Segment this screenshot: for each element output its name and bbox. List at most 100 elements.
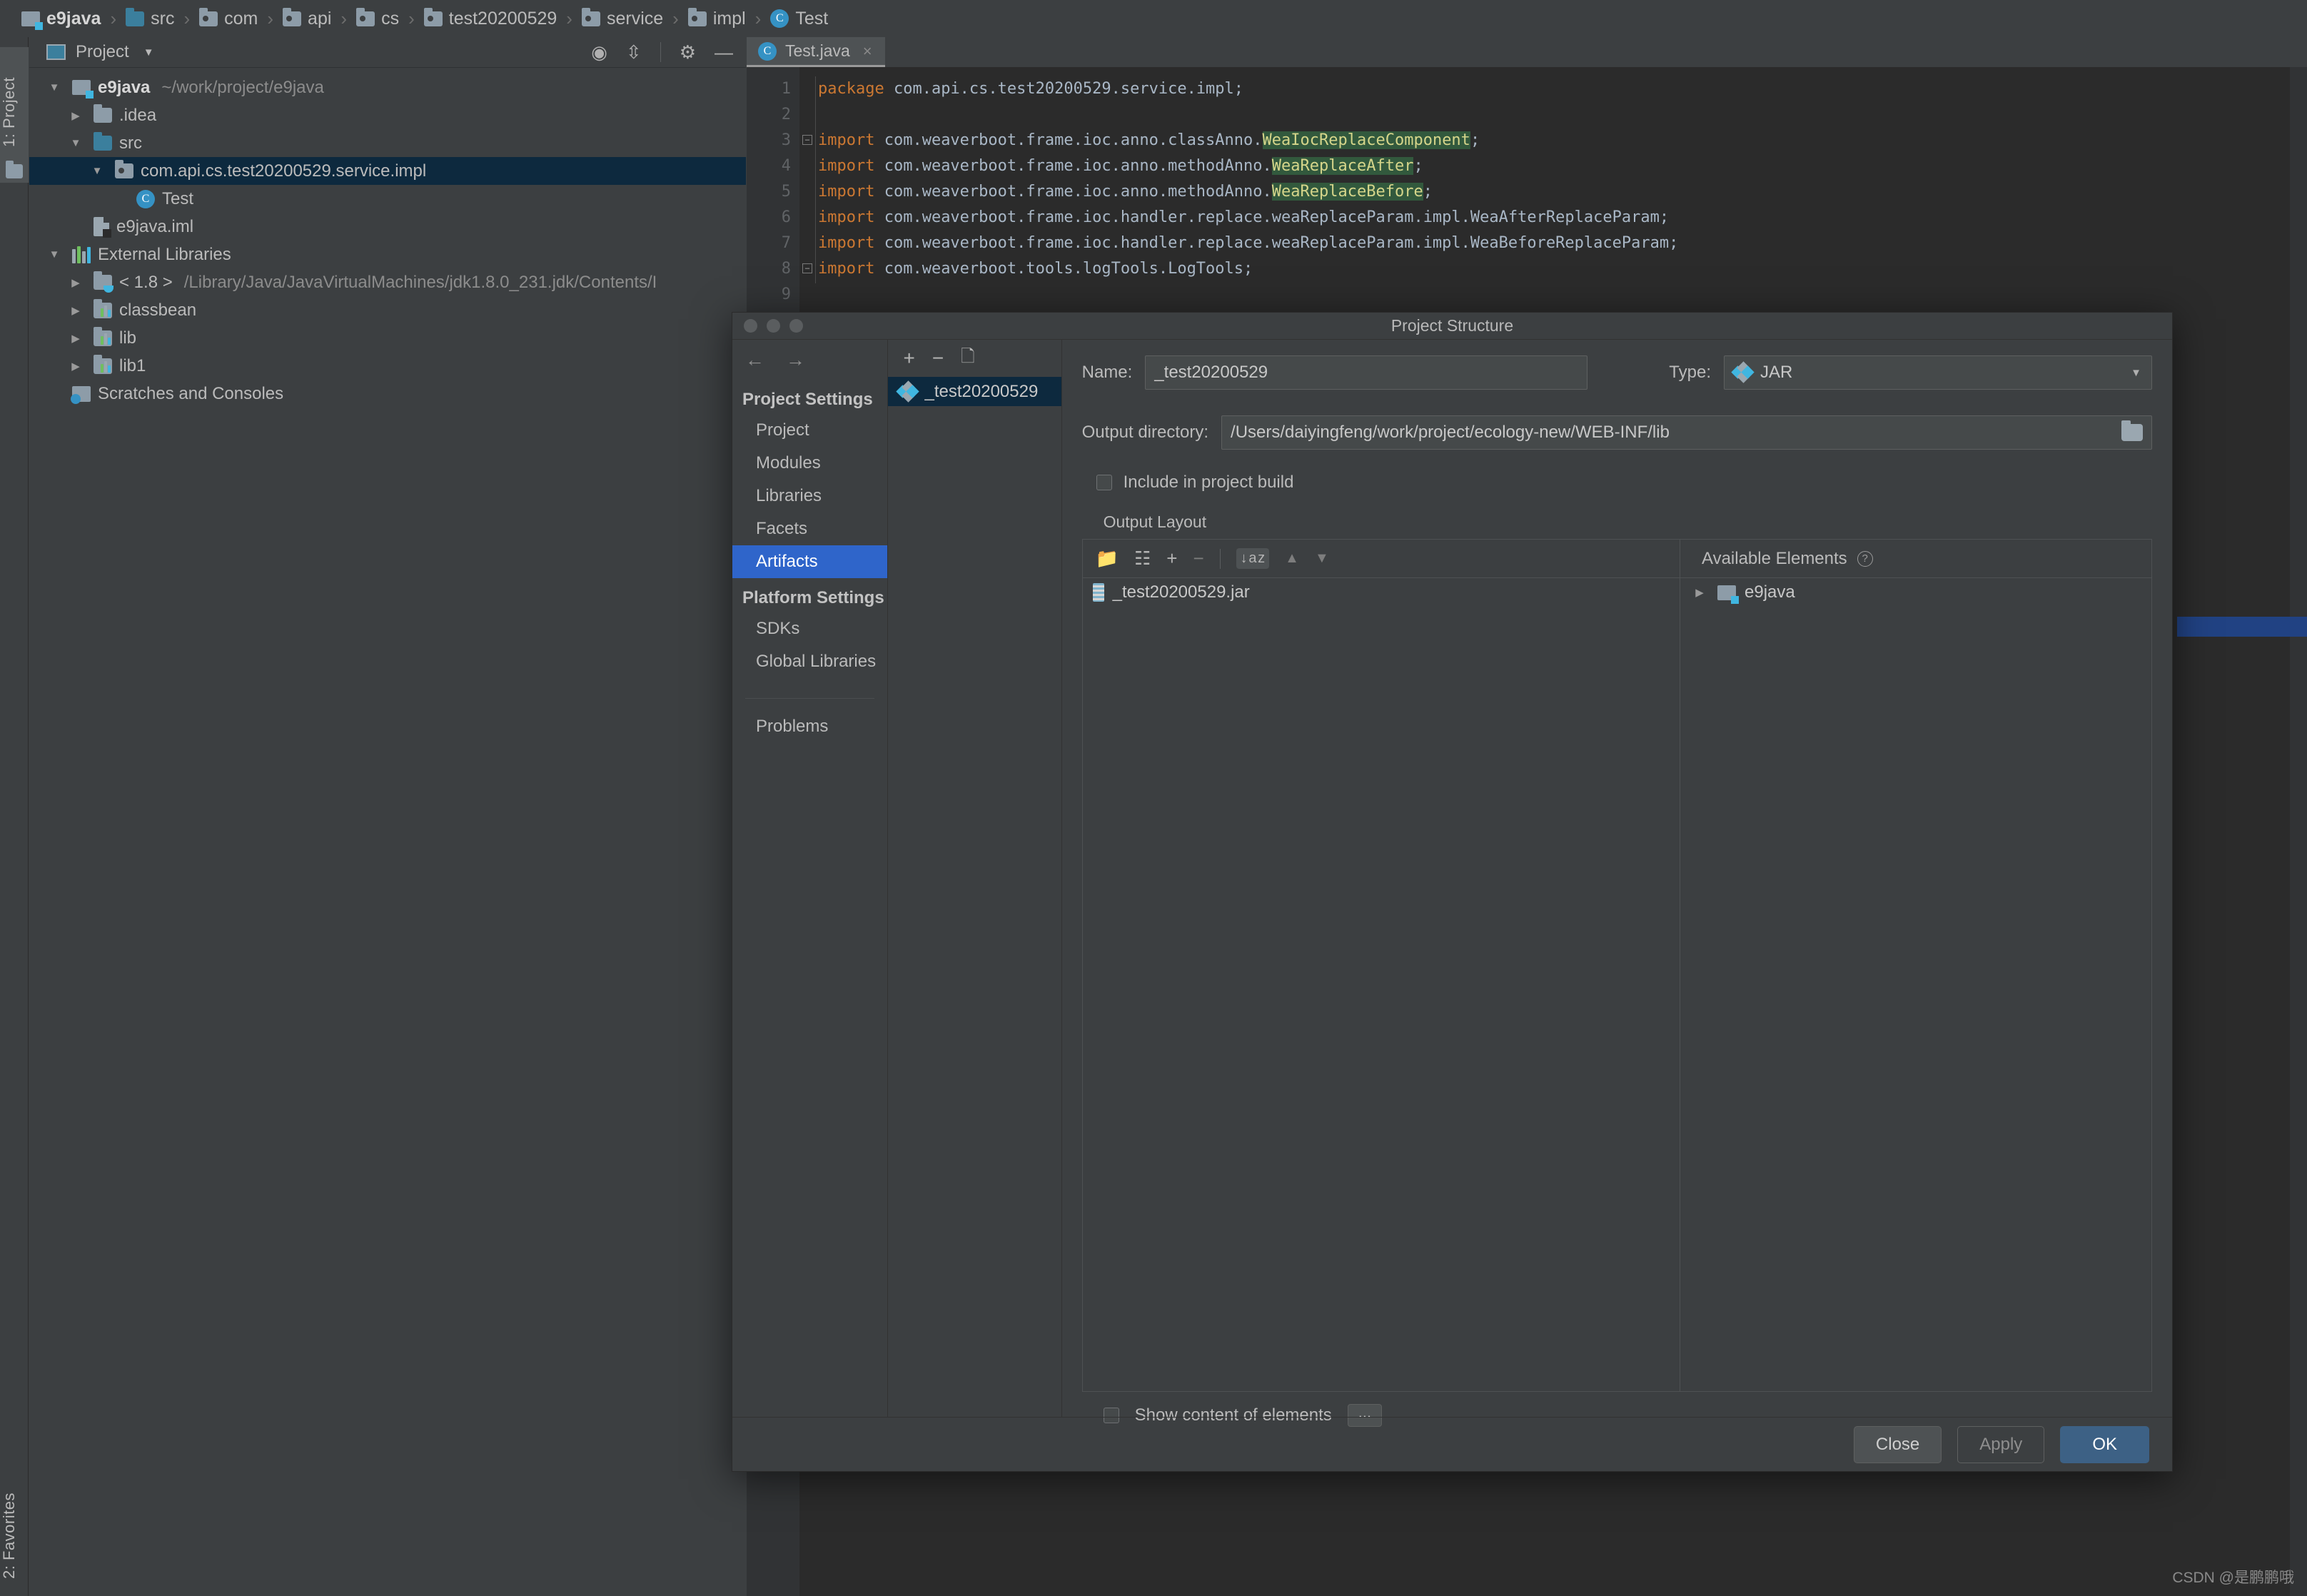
scroll-marker-rail[interactable] <box>2290 67 2307 1596</box>
tree-row[interactable]: lib1 <box>29 352 746 380</box>
chevron-right-icon[interactable] <box>66 276 85 289</box>
tree-row[interactable]: src <box>29 129 746 157</box>
nav-item-problems[interactable]: Problems <box>732 710 887 743</box>
tree-row[interactable]: External Libraries <box>29 241 746 268</box>
tree-row[interactable]: e9java ~/work/project/e9java <box>29 74 746 101</box>
tree-row[interactable]: e9java.iml <box>29 213 746 241</box>
nav-item-facets[interactable]: Facets <box>732 512 887 545</box>
artifacts-toolbar: + − 🗋 <box>888 340 1061 377</box>
breadcrumb-item-impl[interactable]: impl <box>687 7 746 29</box>
forward-arrow-icon[interactable]: → <box>786 349 805 371</box>
chevron-right-icon[interactable] <box>66 360 85 373</box>
hide-icon[interactable]: — <box>715 43 733 61</box>
chevron-right-icon[interactable] <box>1690 586 1709 599</box>
tree-row-label: External Libraries <box>98 244 231 264</box>
remove-element-icon[interactable]: − <box>1193 547 1203 570</box>
include-in-build-row[interactable]: Include in project build <box>1096 473 2152 493</box>
collapse-all-icon[interactable]: ⇳ <box>626 43 642 61</box>
chevron-down-icon[interactable] <box>66 137 85 149</box>
package-icon <box>423 7 443 26</box>
breadcrumb-item-service[interactable]: service <box>581 7 663 29</box>
chevron-down-icon[interactable] <box>88 165 106 177</box>
minimize-window-icon[interactable] <box>767 319 780 333</box>
create-archive-icon[interactable]: ☷ <box>1134 547 1151 570</box>
move-down-icon[interactable]: ▼ <box>1315 550 1329 567</box>
close-window-icon[interactable] <box>744 319 757 333</box>
tool-button-favorites[interactable]: 2: Favorites <box>0 1465 29 1596</box>
include-in-build-label: Include in project build <box>1123 473 1294 492</box>
project-settings-group-title: Project Settings <box>742 390 873 409</box>
tool-button-project[interactable]: 1: Project <box>0 47 29 183</box>
nav-item-global-libraries[interactable]: Global Libraries <box>732 645 887 678</box>
nav-item-artifacts[interactable]: Artifacts <box>732 545 887 578</box>
breadcrumb-label: impl <box>712 8 746 29</box>
locate-icon[interactable]: ◉ <box>591 43 607 61</box>
breadcrumb-item-cs[interactable]: cs <box>356 7 399 29</box>
tree-row[interactable]: .idea <box>29 101 746 129</box>
help-icon[interactable]: ? <box>1857 550 1873 567</box>
nav-item-libraries[interactable]: Libraries <box>732 480 887 512</box>
fold-toggle-icon[interactable]: − <box>802 263 812 273</box>
output-directory-row: Output directory: /Users/daiyingfeng/wor… <box>1082 415 2152 450</box>
create-directory-icon[interactable]: 📁 <box>1096 547 1119 570</box>
nav-item-sdks[interactable]: SDKs <box>732 612 887 645</box>
tree-row[interactable]: Scratches and Consoles <box>29 380 746 408</box>
tree-row[interactable]: C Test <box>29 185 746 213</box>
add-artifact-button[interactable]: + <box>904 347 915 370</box>
chevron-down-icon[interactable] <box>45 81 64 94</box>
code-line: import com.weaverboot.frame.ioc.handler.… <box>818 234 1679 252</box>
chevron-down-icon[interactable]: ▼ <box>143 46 154 59</box>
chevron-right-icon[interactable] <box>66 332 85 345</box>
include-in-build-checkbox[interactable] <box>1096 475 1112 490</box>
chevron-down-icon[interactable] <box>45 248 64 261</box>
breadcrumb-label: e9java <box>46 8 101 29</box>
line-number: 7 <box>781 234 791 252</box>
close-button[interactable]: Close <box>1853 1425 1942 1463</box>
package-icon <box>687 7 707 26</box>
move-up-icon[interactable]: ▲ <box>1285 550 1299 567</box>
tree-row[interactable]: com.api.cs.test20200529.service.impl <box>29 157 746 185</box>
breadcrumb-item-test[interactable]: C Test <box>770 9 828 29</box>
artifact-name-input[interactable]: _test20200529 <box>1145 355 1588 390</box>
chevron-right-icon[interactable] <box>66 304 85 317</box>
back-arrow-icon[interactable]: ← <box>745 349 764 371</box>
output-directory-input[interactable]: /Users/daiyingfeng/work/project/ecology-… <box>1221 415 2152 450</box>
class-icon: C <box>758 41 777 61</box>
tab-bar-filler <box>884 37 2307 67</box>
copy-artifact-icon[interactable]: 🗋 <box>961 344 974 373</box>
browse-folder-icon[interactable] <box>2121 420 2143 441</box>
output-layout-item[interactable]: _test20200529.jar <box>1083 578 1680 607</box>
nav-divider <box>745 698 874 699</box>
tree-row[interactable]: lib <box>29 324 746 352</box>
zoom-window-icon[interactable] <box>789 319 803 333</box>
ok-button[interactable]: OK <box>2060 1425 2149 1463</box>
nav-item-modules[interactable]: Modules <box>732 447 887 480</box>
window-controls[interactable] <box>744 319 803 333</box>
add-element-icon[interactable]: + <box>1166 547 1177 570</box>
apply-button[interactable]: Apply <box>1957 1425 2045 1463</box>
nav-item-project[interactable]: Project <box>732 414 887 447</box>
breadcrumb-item-api[interactable]: api <box>283 7 331 29</box>
tree-row[interactable]: < 1.8 > /Library/Java/JavaVirtualMachines… <box>29 268 746 296</box>
sort-alphabetically-icon[interactable]: ↓ a z <box>1236 548 1270 569</box>
tree-row[interactable]: classbean <box>29 296 746 324</box>
artifact-type-value: JAR <box>1760 363 1793 382</box>
source-folder-icon <box>126 7 145 26</box>
tree-row-label: lib1 <box>119 355 146 375</box>
available-element-item[interactable]: e9java <box>1680 578 2151 607</box>
gear-icon[interactable]: ⚙ <box>680 43 696 61</box>
package-icon <box>199 7 218 26</box>
breadcrumb-item-e9java[interactable]: e9java <box>21 8 101 30</box>
remove-artifact-button[interactable]: − <box>932 347 944 370</box>
chevron-down-icon[interactable]: ▼ <box>2131 367 2141 379</box>
artifact-list-item[interactable]: _test20200529 <box>887 377 1061 406</box>
breadcrumb-item-src[interactable]: src <box>126 7 174 29</box>
breadcrumb-item-com[interactable]: com <box>199 7 258 29</box>
chevron-right-icon[interactable] <box>66 109 85 122</box>
project-view-icon <box>46 44 66 60</box>
tab-test-java[interactable]: C Test.java × <box>747 37 885 67</box>
fold-toggle-icon[interactable]: − <box>802 135 812 145</box>
breadcrumb-item-test20200529[interactable]: test20200529 <box>423 7 557 29</box>
artifact-type-select[interactable]: JAR ▼ <box>1724 355 2152 390</box>
close-icon[interactable]: × <box>863 42 872 61</box>
